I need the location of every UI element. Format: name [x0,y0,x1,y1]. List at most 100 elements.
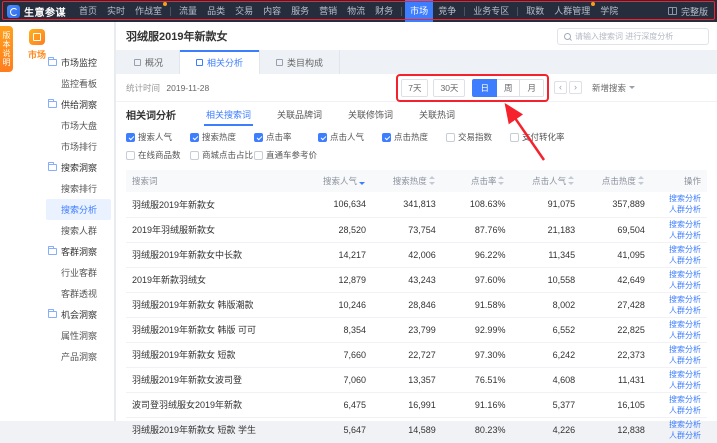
tab-相关分析[interactable]: 相关分析 [180,50,260,74]
new-search-link[interactable]: 新增搜索 [592,82,635,94]
column-header-点击热度[interactable]: 点击热度 [579,170,649,192]
sidebar-item-监控看板[interactable]: 监控看板 [46,73,111,94]
action-link-搜索分析[interactable]: 搜索分析 [653,369,701,380]
sidebar-item-搜索人群[interactable]: 搜索人群 [46,220,111,241]
app-logo[interactable]: 生意参谋 [0,4,74,19]
table-row: 羽绒服2019年新款女106,634341,813108.63%91,07535… [126,192,707,217]
sort-icon[interactable] [429,176,436,185]
nav-item-交易[interactable]: 交易 [230,0,258,22]
range-button-7天[interactable]: 7天 [401,79,428,97]
action-link-搜索分析[interactable]: 搜索分析 [653,219,701,230]
action-link-人群分析[interactable]: 人群分析 [653,230,701,241]
action-link-搜索分析[interactable]: 搜索分析 [653,269,701,280]
action-link-搜索分析[interactable]: 搜索分析 [653,294,701,305]
granularity-日[interactable]: 日 [472,79,497,97]
nav-item-财务[interactable]: 财务 [370,0,398,22]
metric-checkbox-在线商品数[interactable]: 在线商品数 [126,149,190,161]
granularity-周[interactable]: 周 [496,79,521,97]
action-link-人群分析[interactable]: 人群分析 [653,305,701,316]
metric-checkbox-直通车参考价[interactable]: 直通车参考价 [254,149,317,161]
nav-item-学院[interactable]: 学院 [595,0,623,22]
action-link-人群分析[interactable]: 人群分析 [653,380,701,391]
column-header-搜索热度[interactable]: 搜索热度 [370,170,440,192]
keyword-cell: 羽绒服2019年新款女 短款 [126,342,300,367]
metric-label: 在线商品数 [138,149,181,161]
metric-checkbox-搜索人气[interactable]: 搜索人气 [126,131,190,143]
nav-item-竞争[interactable]: 竞争 [433,0,461,22]
tab-类目构成[interactable]: 类目构成 [260,50,340,74]
search-input[interactable] [575,32,702,41]
full-version-link[interactable]: 完整版 [659,5,717,18]
action-link-搜索分析[interactable]: 搜索分析 [653,193,701,204]
nav-item-实时[interactable]: 实时 [102,0,130,22]
sidebar-item-市场监控[interactable]: 市场监控 [46,52,111,73]
subtab-相关搜索词[interactable]: 相关搜索词 [204,103,253,126]
checkbox-icon [254,151,263,160]
action-link-搜索分析[interactable]: 搜索分析 [653,394,701,405]
action-link-人群分析[interactable]: 人群分析 [653,330,701,341]
sort-icon[interactable] [638,176,645,185]
subtab-关联修饰词[interactable]: 关联修饰词 [346,103,395,126]
keyword-search-box[interactable] [557,28,709,45]
metric-checkbox-搜索热度[interactable]: 搜索热度 [190,131,254,143]
action-link-人群分析[interactable]: 人群分析 [653,405,701,416]
sidebar-item-搜索排行[interactable]: 搜索排行 [46,178,111,199]
nav-item-取数[interactable]: 取数 [521,0,549,22]
nav-item-物流[interactable]: 物流 [342,0,370,22]
nav-divider [401,7,402,16]
metric-checkbox-点击人气[interactable]: 点击人气 [318,131,382,143]
nav-item-首页[interactable]: 首页 [74,0,102,22]
action-link-搜索分析[interactable]: 搜索分析 [653,419,701,430]
nav-item-内容[interactable]: 内容 [258,0,286,22]
sidebar-item-市场大盘[interactable]: 市场大盘 [46,115,111,136]
column-header-搜索人气[interactable]: 搜索人气 [300,170,370,192]
metric-checkbox-商城点击占比[interactable]: 商城点击占比 [190,149,254,161]
metric-checkbox-交易指数[interactable]: 交易指数 [446,131,510,143]
sort-icon[interactable] [568,176,575,185]
column-header-点击人气[interactable]: 点击人气 [509,170,579,192]
nav-item-品类[interactable]: 品类 [202,0,230,22]
subtab-关联热词[interactable]: 关联热词 [417,103,457,126]
subtab-关联品牌词[interactable]: 关联品牌词 [275,103,324,126]
action-link-搜索分析[interactable]: 搜索分析 [653,344,701,355]
nav-item-服务[interactable]: 服务 [286,0,314,22]
action-link-人群分析[interactable]: 人群分析 [653,430,701,441]
full-version-label: 完整版 [681,5,708,18]
tab-概况[interactable]: 概况 [118,50,180,74]
action-link-人群分析[interactable]: 人群分析 [653,355,701,366]
sort-desc-icon[interactable] [359,176,366,185]
next-page-button[interactable]: › [569,81,582,94]
nav-item-业务专区[interactable]: 业务专区 [468,0,514,22]
action-link-搜索分析[interactable]: 搜索分析 [653,244,701,255]
metric-checkbox-area: 搜索人气搜索热度点击率点击人气点击热度交易指数支付转化率 在线商品数商城点击占比… [116,126,717,169]
column-header-点击率[interactable]: 点击率 [440,170,510,192]
sidebar-item-市场排行[interactable]: 市场排行 [46,136,111,157]
version-note-tag[interactable]: 版本说明 [0,26,13,72]
sidebar-item-行业客群[interactable]: 行业客群 [46,262,111,283]
action-link-人群分析[interactable]: 人群分析 [653,255,701,266]
sidebar-item-搜索洞察[interactable]: 搜索洞察 [46,157,111,178]
action-link-人群分析[interactable]: 人群分析 [653,280,701,291]
nav-item-作战室[interactable]: 作战室 [130,0,167,22]
nav-item-流量[interactable]: 流量 [174,0,202,22]
sidebar-item-搜索分析[interactable]: 搜索分析 [46,199,111,220]
sidebar-item-供给洞察[interactable]: 供给洞察 [46,94,111,115]
nav-item-营销[interactable]: 营销 [314,0,342,22]
nav-item-人群管理[interactable]: 人群管理 [549,0,595,22]
metric-checkbox-点击率[interactable]: 点击率 [254,131,318,143]
sort-icon[interactable] [498,176,505,185]
actions-cell: 搜索分析人群分析 [649,242,707,267]
action-link-搜索分析[interactable]: 搜索分析 [653,319,701,330]
prev-page-button[interactable]: ‹ [554,81,567,94]
sidebar-item-客群透视[interactable]: 客群透视 [46,283,111,304]
action-link-人群分析[interactable]: 人群分析 [653,204,701,215]
sidebar-item-客群洞察[interactable]: 客群洞察 [46,241,111,262]
sidebar-item-属性洞察[interactable]: 属性洞察 [46,325,111,346]
metric-checkbox-支付转化率[interactable]: 支付转化率 [510,131,565,143]
metric-checkbox-点击热度[interactable]: 点击热度 [382,131,446,143]
range-button-30天[interactable]: 30天 [433,79,465,97]
granularity-月[interactable]: 月 [519,79,544,97]
sidebar-item-产品洞察[interactable]: 产品洞察 [46,346,111,367]
nav-item-市场[interactable]: 市场 [405,0,433,22]
sidebar-item-机会洞察[interactable]: 机会洞察 [46,304,111,325]
